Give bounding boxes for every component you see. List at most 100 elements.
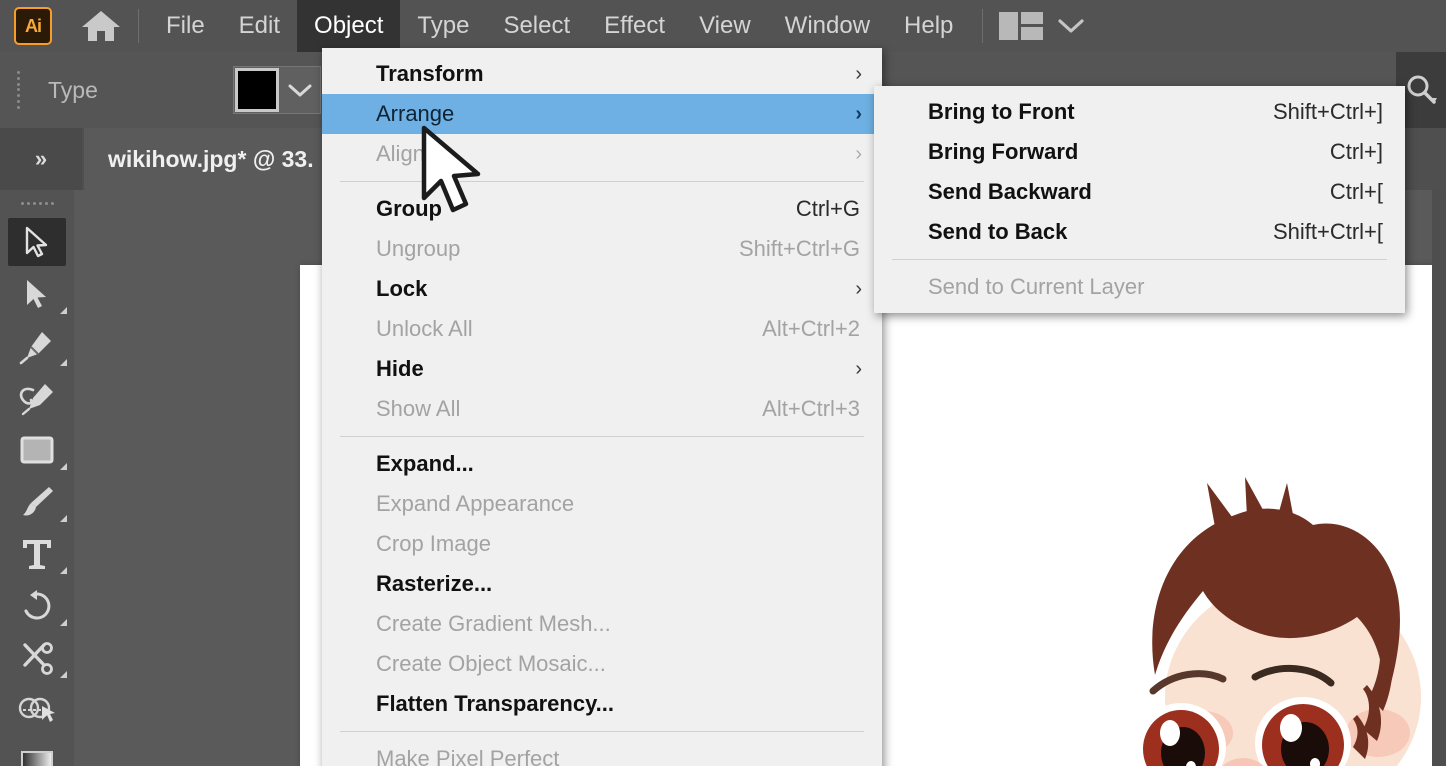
direct-selection-tool[interactable] [0, 268, 74, 320]
menu-option-label: Flatten Transparency... [376, 691, 615, 716]
menu-option-make-pixel-perfect[interactable]: Make Pixel Perfect [322, 739, 882, 766]
submenu-option-send-to-back[interactable]: Send to Back Shift+Ctrl+[ [874, 212, 1405, 252]
menu-separator [340, 731, 864, 732]
control-bar-drag-handle[interactable] [14, 69, 24, 111]
menu-option-shortcut: Shift+Ctrl+[ [1272, 219, 1383, 244]
chevron-right-icon: › [855, 103, 862, 125]
home-icon[interactable] [78, 6, 124, 46]
submenu-option-bring-to-front[interactable]: Bring to Front Shift+Ctrl+] [874, 92, 1405, 132]
menu-option-unlock-all[interactable]: Unlock All Alt+Ctrl+2 [322, 309, 882, 349]
gradient-tool[interactable] [0, 746, 74, 766]
cartoon-boy-character[interactable] [1095, 475, 1446, 766]
chevron-down-icon[interactable] [1057, 17, 1085, 35]
fill-color-group[interactable] [232, 66, 321, 114]
menu-option-align[interactable]: Align › [322, 134, 882, 174]
rotate-tool[interactable] [0, 580, 74, 632]
menu-item-select[interactable]: Select [486, 0, 587, 52]
menu-option-shortcut: Alt+Ctrl+2 [762, 316, 860, 341]
menu-item-list: File Edit Object Type Select Effect View… [149, 0, 970, 52]
paintbrush-tool[interactable] [0, 476, 74, 528]
menu-option-shortcut: Ctrl+] [1329, 139, 1383, 164]
menu-separator [340, 181, 864, 182]
menu-option-shortcut: Ctrl+G [795, 196, 860, 221]
menu-option-create-object-mosaic[interactable]: Create Object Mosaic... [322, 644, 882, 684]
menu-option-rasterize[interactable]: Rasterize... [322, 564, 882, 604]
shape-builder-tool[interactable] [0, 684, 74, 736]
menu-separator [340, 436, 864, 437]
menu-option-label: Show All [376, 396, 461, 421]
menu-option-flatten-transparency[interactable]: Flatten Transparency... [322, 684, 882, 724]
workspace-divider [982, 9, 984, 43]
menu-separator [892, 259, 1387, 260]
menu-option-label: Send to Current Layer [928, 274, 1145, 299]
menu-option-arrange[interactable]: Arrange › [322, 94, 882, 134]
illustrator-window: Ai File Edit Object Type Select Effect V… [0, 0, 1446, 766]
arrange-submenu-dropdown: Bring to Front Shift+Ctrl+] Bring Forwar… [874, 86, 1405, 313]
tool-expand-corner [60, 359, 67, 366]
submenu-option-send-backward[interactable]: Send Backward Ctrl+[ [874, 172, 1405, 212]
menu-option-label: Rasterize... [376, 571, 493, 596]
menu-option-lock[interactable]: Lock › [322, 269, 882, 309]
menu-option-hide[interactable]: Hide › [322, 349, 882, 389]
menu-item-file[interactable]: File [149, 0, 222, 52]
expand-panels-button[interactable]: » [0, 128, 82, 190]
pen-tool[interactable] [0, 320, 74, 372]
menu-option-label: Expand... [376, 451, 474, 476]
tools-panel-drag-handle[interactable] [0, 190, 74, 216]
menu-option-label: Bring to Front [928, 99, 1075, 124]
menu-option-group[interactable]: Group Ctrl+G [322, 189, 882, 229]
menu-option-label: Send to Back [928, 219, 1068, 244]
tool-expand-corner [60, 307, 67, 314]
selection-tool[interactable] [0, 216, 74, 268]
menu-option-expand[interactable]: Expand... [322, 444, 882, 484]
menu-option-shortcut: Shift+Ctrl+G [738, 236, 860, 261]
menu-option-label: Unlock All [376, 316, 473, 341]
workspace-panel-icon[interactable] [999, 12, 1044, 40]
scissors-tool[interactable] [0, 632, 74, 684]
tool-expand-corner [60, 515, 67, 522]
menu-option-expand-appearance[interactable]: Expand Appearance [322, 484, 882, 524]
menu-option-label: Ungroup [376, 236, 461, 261]
menu-item-type[interactable]: Type [400, 0, 486, 52]
menu-item-window[interactable]: Window [768, 0, 887, 52]
object-menu-dropdown: Transform › Arrange › Align › Group Ctrl… [322, 48, 882, 766]
menu-option-crop-image[interactable]: Crop Image [322, 524, 882, 564]
tools-panel [0, 190, 74, 766]
menu-option-create-gradient-mesh[interactable]: Create Gradient Mesh... [322, 604, 882, 644]
submenu-option-send-to-current-layer[interactable]: Send to Current Layer [874, 267, 1405, 307]
menu-option-label: Create Object Mosaic... [376, 651, 606, 676]
tool-expand-corner [60, 671, 67, 678]
document-tab-wikihow[interactable]: wikihow.jpg* @ 33. [84, 128, 338, 190]
chevron-right-icon: › [855, 63, 862, 85]
submenu-option-bring-forward[interactable]: Bring Forward Ctrl+] [874, 132, 1405, 172]
menu-option-label: Group [376, 196, 442, 221]
illustrator-logo[interactable]: Ai [14, 7, 52, 45]
rectangle-tool[interactable] [0, 424, 74, 476]
menu-item-help[interactable]: Help [887, 0, 970, 52]
menubar-divider [138, 9, 139, 43]
menu-option-show-all[interactable]: Show All Alt+Ctrl+3 [322, 389, 882, 429]
menu-item-view[interactable]: View [682, 0, 768, 52]
control-bar-type-label: Type [48, 76, 98, 103]
chevron-right-icon: › [855, 143, 862, 165]
menu-option-transform[interactable]: Transform › [322, 54, 882, 94]
menu-option-shortcut: Shift+Ctrl+] [1272, 99, 1383, 124]
menu-option-label: Hide [376, 356, 424, 381]
menu-option-label: Bring Forward [928, 139, 1079, 164]
menu-option-label: Align [376, 141, 425, 166]
menu-item-edit[interactable]: Edit [222, 0, 297, 52]
menu-option-shortcut: Ctrl+[ [1329, 179, 1383, 204]
menu-option-label: Create Gradient Mesh... [376, 611, 611, 636]
menu-option-label: Crop Image [376, 531, 491, 556]
menu-option-shortcut: Alt+Ctrl+3 [762, 396, 860, 421]
menu-option-label: Lock [376, 276, 428, 301]
type-tool[interactable] [0, 528, 74, 580]
menu-option-ungroup[interactable]: Ungroup Shift+Ctrl+G [322, 229, 882, 269]
menu-option-label: Send Backward [928, 179, 1092, 204]
curvature-tool[interactable] [0, 372, 74, 424]
chevron-down-icon[interactable] [280, 67, 320, 113]
menu-item-effect[interactable]: Effect [587, 0, 682, 52]
menu-item-object[interactable]: Object [297, 0, 401, 52]
chevron-right-icon: › [855, 358, 862, 380]
fill-color-swatch[interactable] [234, 68, 279, 112]
